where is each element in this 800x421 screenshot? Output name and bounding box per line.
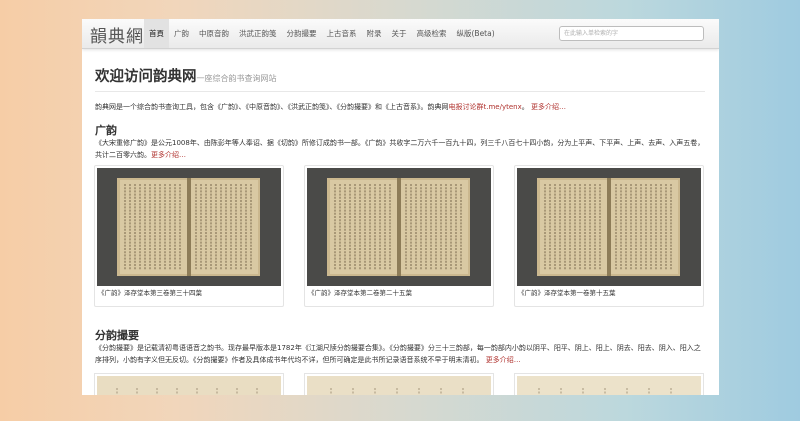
nav-vertical-beta[interactable]: 纵版(Beta) (452, 19, 500, 48)
nav-home[interactable]: 首頁 (144, 19, 169, 48)
intro-paragraph: 韵典网是一个综合韵书查询工具，包含《广韵》、《中原音韵》、《洪武正韵笺》、《分韵… (95, 101, 707, 113)
guangyun-thumb-1[interactable]: 《广韵》泽存堂本第三卷第三十四葉 (94, 165, 284, 307)
book-scan-image (517, 168, 701, 286)
nav-about[interactable]: 关于 (387, 19, 412, 48)
nav-zhongyuan[interactable]: 中原音韵 (194, 19, 234, 48)
book-scan-image (97, 168, 281, 286)
search-input[interactable] (559, 26, 704, 41)
guangyun-description: 《大宋重修广韵》是公元1008年、由陈彭年等人奉诏、据《切韵》所修订成韵书一部。… (95, 137, 707, 161)
fenyun-thumb-1[interactable] (94, 373, 284, 395)
nav-appendix[interactable]: 附录 (362, 19, 387, 48)
book-scan-image (517, 376, 701, 395)
fenyun-thumb-2[interactable] (304, 373, 494, 395)
nav-guangyun[interactable]: 广韵 (169, 19, 194, 48)
nav-hongwu[interactable]: 洪武正韵笺 (234, 19, 282, 48)
book-scan-image (307, 376, 491, 395)
page-title-text: 欢迎访问韵典网 (95, 69, 197, 85)
thumb-caption: 《广韵》泽存堂本第二卷第二十五葉 (308, 289, 412, 297)
fenyun-desc-text: 《分韵撮要》是记载清初粤语语音之韵书。现存最早版本是1782年《江湖尺牍分韵撮要… (95, 344, 701, 364)
fenyun-description: 《分韵撮要》是记载清初粤语语音之韵书。现存最早版本是1782年《江湖尺牍分韵撮要… (95, 342, 707, 366)
guangyun-more-link[interactable]: 更多介绍… (151, 151, 186, 159)
intro-tail: 。 (521, 103, 529, 111)
thumb-caption: 《广韵》泽存堂本第一卷第十五葉 (518, 289, 616, 297)
page-subtitle: 一座综合韵书查询网站 (196, 74, 277, 83)
telegram-link[interactable]: 电报讨论群t.me/ytenx (449, 103, 522, 111)
site-logo[interactable]: 韻典網 (90, 22, 144, 47)
guangyun-desc-text: 《大宋重修广韵》是公元1008年、由陈彭年等人奉诏、据《切韵》所修订成韵书一部。… (95, 139, 705, 159)
main-nav: 首頁 广韵 中原音韵 洪武正韵笺 分韵撮要 上古音系 附录 关于 高级检索 纵版… (144, 19, 500, 48)
thumb-caption: 《广韵》泽存堂本第三卷第三十四葉 (98, 289, 202, 297)
guangyun-thumb-3[interactable]: 《广韵》泽存堂本第一卷第十五葉 (514, 165, 704, 307)
top-navbar: 韻典網 首頁 广韵 中原音韵 洪武正韵笺 分韵撮要 上古音系 附录 关于 高级检… (82, 19, 719, 49)
book-scan-image (97, 376, 281, 395)
page-title: 欢迎访问韵典网一座综合韵书查询网站 (95, 65, 277, 86)
guangyun-thumb-2[interactable]: 《广韵》泽存堂本第二卷第二十五葉 (304, 165, 494, 307)
nav-advanced-search[interactable]: 高级检索 (412, 19, 452, 48)
intro-more-link[interactable]: 更多介绍… (531, 103, 566, 111)
intro-text: 韵典网是一个综合韵书查询工具，包含《广韵》、《中原音韵》、《洪武正韵笺》、《分韵… (95, 103, 449, 111)
book-scan-image (307, 168, 491, 286)
browser-viewport: 韻典網 首頁 广韵 中原音韵 洪武正韵笺 分韵撮要 上古音系 附录 关于 高级检… (82, 19, 719, 395)
section-heading-fenyun: 分韵撮要 (95, 329, 139, 342)
nav-fenyun[interactable]: 分韵撮要 (282, 19, 322, 48)
fenyun-thumb-3[interactable] (514, 373, 704, 395)
divider (95, 91, 705, 92)
nav-shanggu[interactable]: 上古音系 (322, 19, 362, 48)
section-heading-guangyun: 广韵 (95, 124, 117, 137)
fenyun-more-link[interactable]: 更多介绍… (486, 356, 521, 364)
